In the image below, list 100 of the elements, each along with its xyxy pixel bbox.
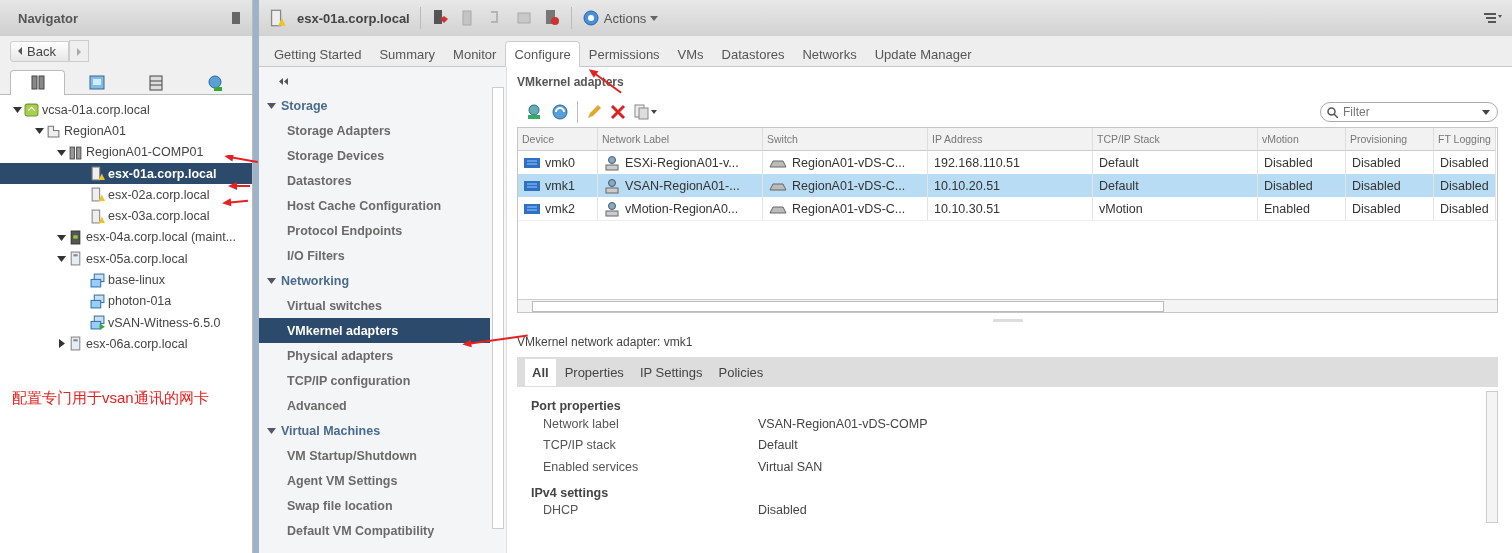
expand-caret-icon[interactable]: [267, 101, 276, 110]
nav-item[interactable]: Advanced: [259, 393, 490, 418]
object-title: esx-01a.corp.local: [297, 10, 410, 26]
column-header[interactable]: Device: [518, 128, 598, 151]
tab[interactable]: VMs: [668, 41, 713, 67]
nav-item[interactable]: Protocol Endpoints: [259, 218, 490, 243]
table-cell[interactable]: Enabled: [1258, 197, 1346, 220]
tree-item[interactable]: RegionA01: [0, 120, 252, 142]
expand-caret-icon[interactable]: [267, 276, 276, 285]
network-adapter-icon: [524, 156, 540, 169]
nav-item[interactable]: Datastores: [259, 168, 490, 193]
tab[interactable]: Configure: [505, 41, 580, 67]
table-cell[interactable]: Disabled: [1346, 174, 1434, 197]
nav-item[interactable]: VM Startup/Shutdown: [259, 443, 490, 468]
nav-item[interactable]: Default VM Compatibility: [259, 518, 490, 543]
table-cell[interactable]: Disabled: [1346, 197, 1434, 220]
copy-icon[interactable]: [634, 104, 658, 120]
column-header[interactable]: FT Logging: [1434, 128, 1496, 151]
table-cell[interactable]: RegionA01-vDS-C...: [763, 174, 928, 197]
tree-item[interactable]: esx-03a.corp.local: [0, 205, 252, 227]
tree-item[interactable]: RegionA01-COMP01: [0, 141, 252, 163]
table-cell[interactable]: vMotion: [1093, 197, 1258, 220]
caret-icon: [650, 15, 659, 21]
nav-item[interactable]: Physical adapters: [259, 343, 490, 368]
tree-item[interactable]: esx-06a.corp.local: [0, 333, 252, 355]
tree-item[interactable]: vSAN-Witness-6.5.0: [0, 311, 252, 334]
table-cell[interactable]: Default: [1093, 174, 1258, 197]
navigator-tab[interactable]: [10, 70, 65, 95]
expand-caret-icon[interactable]: [56, 232, 66, 242]
hosts-icon: [28, 74, 47, 92]
collapse-icon[interactable]: [279, 77, 288, 85]
port-group-icon: [604, 200, 620, 217]
nav-item[interactable]: TCP/IP configuration: [259, 368, 490, 393]
tab[interactable]: IP Settings: [632, 358, 710, 386]
group-heading[interactable]: Virtual Machines: [281, 423, 381, 438]
scrollbar[interactable]: [492, 87, 504, 529]
tab[interactable]: Networks: [793, 41, 866, 67]
expand-caret-icon[interactable]: [12, 105, 22, 115]
nav-item[interactable]: Agent VM Settings: [259, 468, 490, 493]
table-cell[interactable]: Disabled: [1434, 174, 1496, 197]
expand-caret-icon[interactable]: [267, 426, 276, 435]
tab[interactable]: Getting Started: [265, 41, 371, 67]
dropdown-caret-icon[interactable]: [1482, 110, 1490, 115]
tab[interactable]: Monitor: [444, 41, 506, 67]
expand-caret-icon[interactable]: [34, 126, 44, 136]
scrollbar[interactable]: [518, 299, 1497, 312]
actions-button[interactable]: Actions: [581, 9, 659, 27]
tree-item[interactable]: esx-04a.corp.local (maint...: [0, 226, 252, 249]
expand-caret-icon[interactable]: [56, 147, 66, 157]
column-header[interactable]: TCP/IP Stack: [1093, 128, 1258, 151]
nav-item[interactable]: Storage Devices: [259, 143, 490, 168]
table-cell[interactable]: VSAN-RegionA01-...: [598, 174, 763, 197]
tree-item[interactable]: base-linux: [0, 269, 252, 291]
delete-icon[interactable]: [610, 104, 626, 120]
table-cell[interactable]: vmk1: [518, 174, 598, 197]
tab[interactable]: Policies: [711, 358, 771, 386]
table-cell[interactable]: Disabled: [1258, 174, 1346, 197]
table-cell[interactable]: Disabled: [1434, 197, 1496, 220]
tree-item[interactable]: photon-01a: [0, 290, 252, 312]
tab[interactable]: Properties: [557, 358, 631, 386]
collapse-caret-icon[interactable]: [56, 339, 66, 349]
back-button[interactable]: Back: [10, 40, 69, 62]
column-header[interactable]: Provisioning: [1346, 128, 1434, 151]
group-heading[interactable]: Networking: [281, 273, 350, 288]
scrollbar[interactable]: [1486, 391, 1498, 523]
tab[interactable]: All: [525, 358, 556, 386]
nav-item[interactable]: VMkernel adapters: [259, 318, 490, 343]
nav-item[interactable]: Swap file location: [259, 493, 490, 518]
filter-field[interactable]: Filter: [1320, 102, 1498, 122]
details-title: VMkernel network adapter: vmk1: [517, 334, 694, 351]
tree-item[interactable]: vcsa-01a.corp.local: [0, 99, 252, 121]
tab[interactable]: Datastores: [712, 41, 794, 67]
table-cell[interactable]: RegionA01-vDS-C...: [763, 197, 928, 220]
table-cell[interactable]: 10.10.30.51: [928, 197, 1093, 220]
tree-item[interactable]: esx-05a.corp.local: [0, 248, 252, 270]
table-cell[interactable]: 10.10.20.51: [928, 174, 1093, 197]
tree-item[interactable]: esx-02a.corp.local: [0, 184, 252, 206]
tree-item[interactable]: esx-01a.corp.local: [0, 162, 252, 185]
nav-item[interactable]: Storage Adapters: [259, 118, 490, 143]
column-header[interactable]: vMotion: [1258, 128, 1346, 151]
tab[interactable]: Permissions: [579, 41, 669, 67]
nav-item[interactable]: I/O Filters: [259, 243, 490, 268]
section-heading: Port properties: [531, 398, 622, 413]
expand-caret-icon[interactable]: [56, 254, 66, 264]
column-header[interactable]: Network Label: [598, 128, 763, 151]
tab[interactable]: Summary: [370, 41, 445, 67]
nav-item[interactable]: Host Cache Configuration: [259, 193, 490, 218]
menu-icon[interactable]: [1484, 12, 1502, 24]
add-network-icon[interactable]: [525, 103, 543, 121]
table-cell[interactable]: vMotion-RegionA0...: [598, 197, 763, 220]
annotation-arrow: [222, 197, 248, 207]
switch-icon: [769, 180, 787, 191]
tab[interactable]: Update Manager: [865, 41, 981, 67]
table-cell[interactable]: vmk2: [518, 197, 598, 220]
refresh-network-icon[interactable]: [551, 103, 569, 121]
column-header[interactable]: Switch: [763, 128, 928, 151]
annotation-arrow: [228, 182, 250, 190]
group-heading[interactable]: Storage: [281, 98, 328, 113]
nav-item[interactable]: Virtual switches: [259, 293, 490, 318]
column-header[interactable]: IP Address: [928, 128, 1093, 151]
